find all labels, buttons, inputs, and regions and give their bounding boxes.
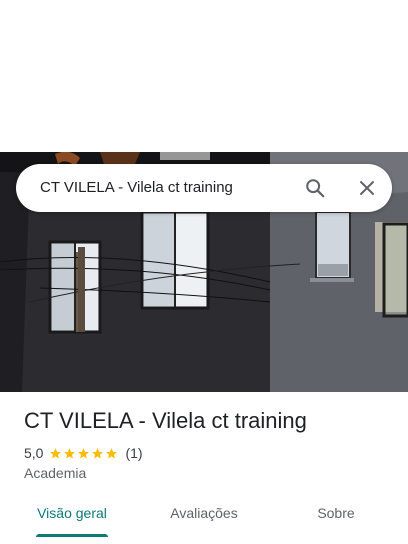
star-icon [106, 447, 118, 458]
rating-row[interactable]: 5,0 (1) [24, 444, 143, 462]
search-input[interactable]: CT VILELA - Vilela ct training [40, 164, 233, 212]
tab-overview[interactable]: Visão geral [24, 496, 120, 536]
star-icon [92, 447, 104, 458]
tab-about[interactable]: Sobre [296, 496, 376, 536]
rating-value: 5,0 [24, 445, 44, 461]
star-icon [78, 447, 90, 458]
place-category: Academia [24, 465, 87, 481]
search-bar[interactable]: CT VILELA - Vilela ct training [16, 164, 392, 212]
close-icon[interactable] [353, 174, 381, 202]
search-icon[interactable] [301, 174, 329, 202]
review-count[interactable]: (1) [125, 445, 142, 461]
active-tab-indicator [36, 534, 108, 537]
star-icon [50, 447, 62, 458]
tab-bar: Visão geral Avaliações Sobre [0, 496, 408, 544]
blank-area [0, 0, 408, 152]
star-icon [64, 447, 76, 458]
tab-reviews[interactable]: Avaliações [152, 496, 256, 536]
place-title: CT VILELA - Vilela ct training [24, 408, 307, 433]
star-rating [49, 447, 119, 460]
